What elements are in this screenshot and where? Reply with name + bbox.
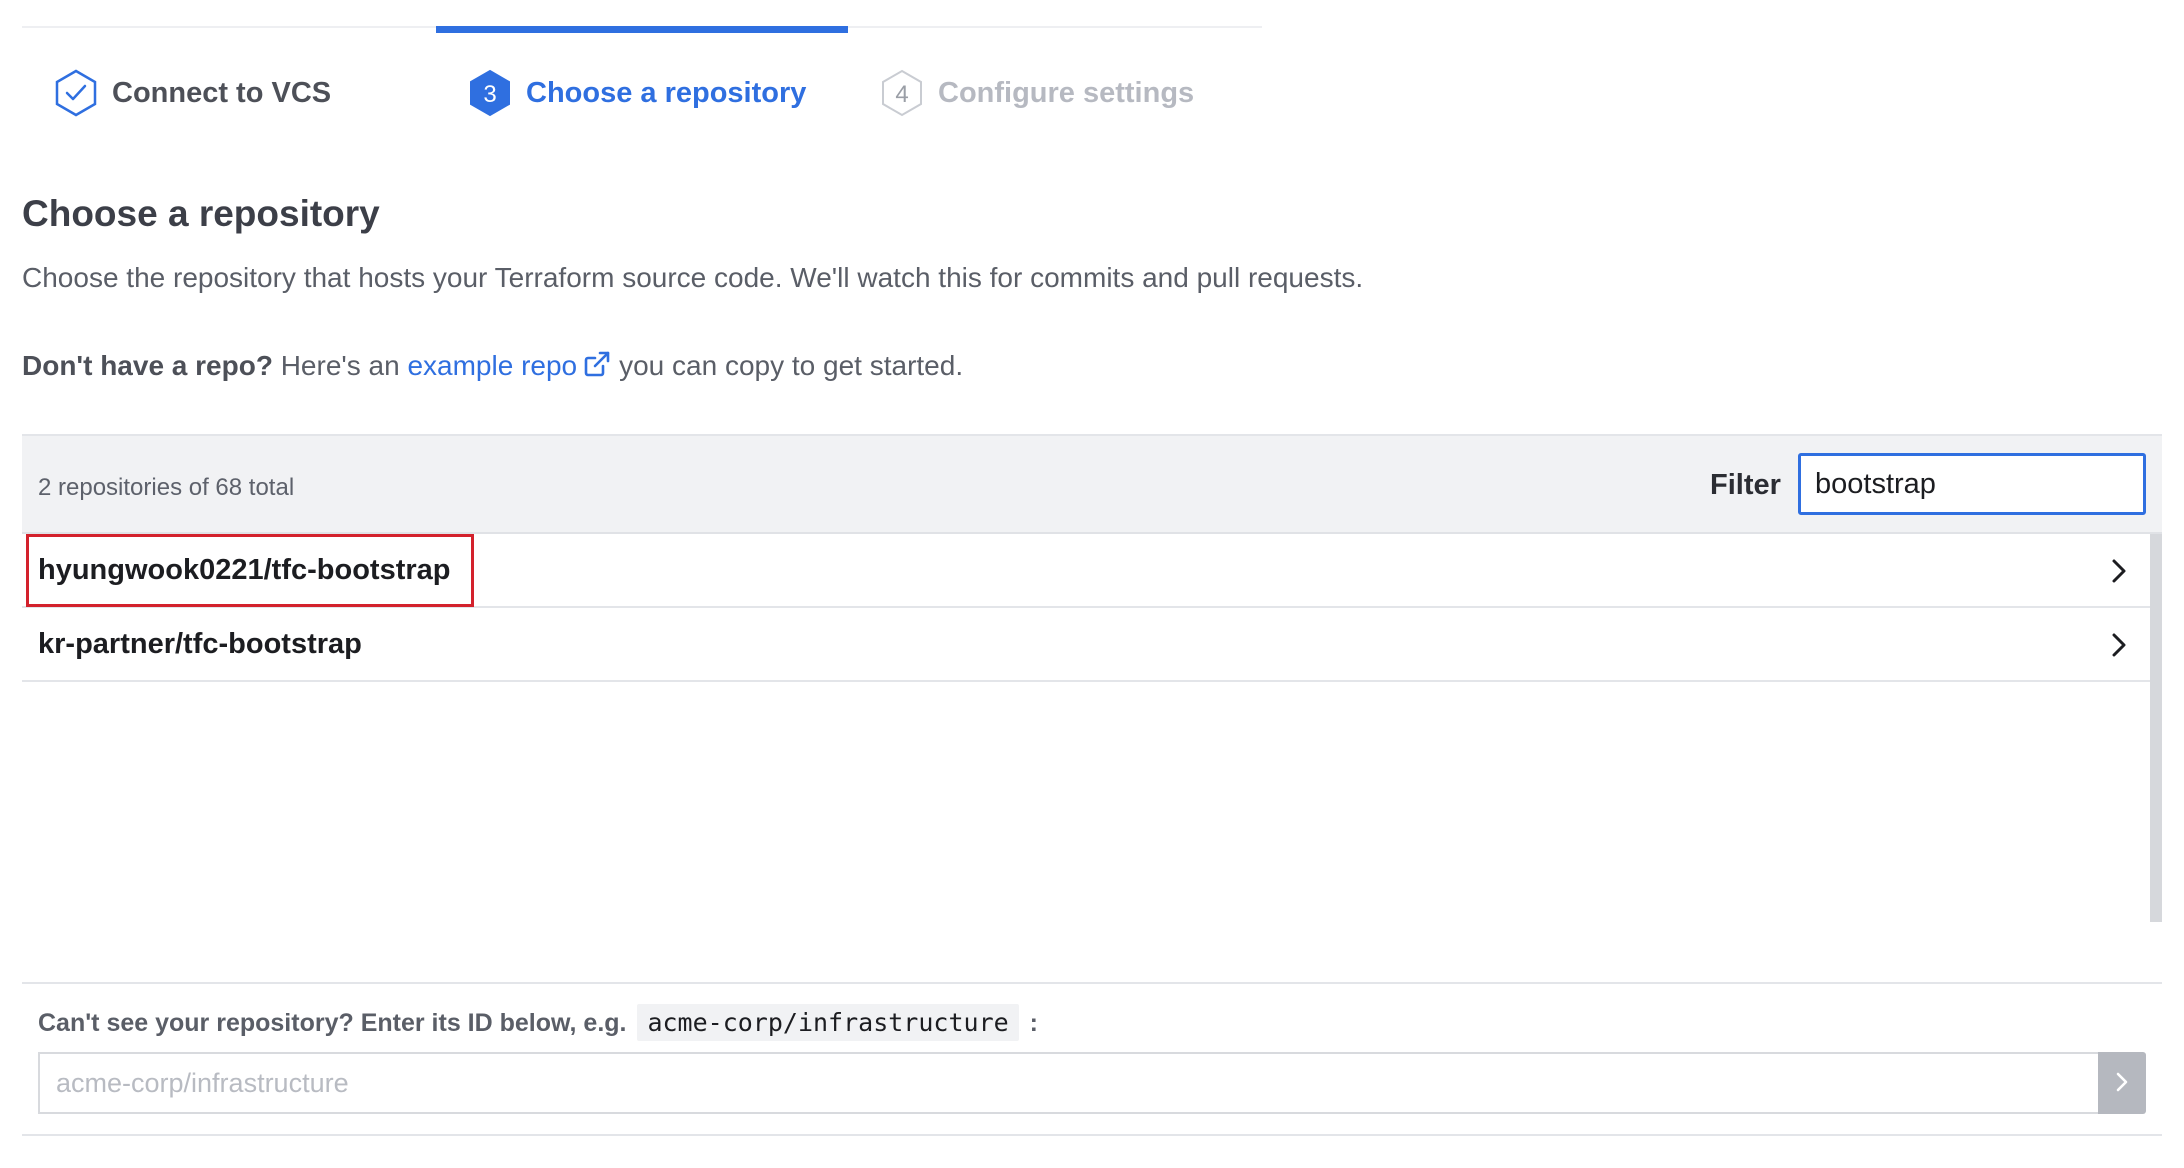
manual-entry-label: Can't see your repository? Enter its ID …	[38, 1004, 1038, 1041]
page-description: Choose the repository that hosts your Te…	[22, 262, 1364, 293]
repository-count: 2 repositories of 68 total	[38, 474, 295, 501]
step-label: Connect to VCS	[112, 76, 332, 109]
repository-name: hyungwook0221/tfc-bootstrap	[38, 554, 451, 586]
hint-text-after: you can copy to get started.	[619, 350, 964, 381]
step-connect-vcs[interactable]: Connect to VCS	[54, 65, 331, 121]
filter-input[interactable]	[1798, 453, 2146, 515]
example-repo-link[interactable]: example repo	[407, 350, 577, 381]
manual-entry-label-text: Can't see your repository? Enter its ID …	[38, 1009, 627, 1037]
repository-row[interactable]: hyungwook0221/tfc-bootstrap	[22, 534, 2150, 608]
hint-text: Here's an	[272, 350, 408, 381]
step-label: Choose a repository	[526, 76, 807, 109]
step-configure-settings: 4 Configure settings	[880, 65, 1194, 121]
repository-name: kr-partner/tfc-bootstrap	[38, 628, 362, 660]
step-choose-repository[interactable]: 3 Choose a repository	[468, 65, 806, 121]
step-number: 3	[483, 81, 496, 108]
repository-panel: 2 repositories of 68 total Filter hyungw…	[22, 434, 2162, 1136]
hint-bold: Don't have a repo?	[22, 350, 273, 381]
external-link-icon[interactable]	[583, 350, 611, 385]
numbered-hexagon-icon: 3	[468, 69, 512, 117]
example-repo-hint: Don't have a repo? Here's an example rep…	[22, 350, 963, 385]
repository-id-submit-button[interactable]	[2098, 1052, 2146, 1114]
manual-repository-entry: Can't see your repository? Enter its ID …	[22, 982, 2162, 1136]
repository-id-input[interactable]	[38, 1052, 2098, 1114]
scrollbar[interactable]	[2150, 534, 2162, 922]
manual-entry-label-colon: :	[1029, 1009, 1038, 1037]
chevron-right-icon	[2110, 558, 2128, 589]
active-step-bar	[436, 26, 848, 33]
step-number: 4	[895, 81, 908, 108]
numbered-hexagon-outline-icon: 4	[880, 69, 924, 117]
check-hexagon-icon	[54, 69, 98, 117]
repository-list: hyungwook0221/tfc-bootstrap kr-partner/t…	[22, 534, 2150, 922]
repository-panel-header: 2 repositories of 68 total Filter	[22, 436, 2162, 534]
chevron-right-icon	[2114, 1070, 2130, 1097]
step-indicator: Connect to VCS 3 Choose a repository 4 C…	[22, 26, 1262, 138]
chevron-right-icon	[2110, 632, 2128, 663]
filter-label: Filter	[1710, 469, 1781, 501]
repository-row[interactable]: kr-partner/tfc-bootstrap	[22, 608, 2150, 682]
example-repository-id: acme-corp/infrastructure	[637, 1004, 1019, 1041]
step-label: Configure settings	[938, 76, 1195, 109]
page-title: Choose a repository	[22, 193, 380, 234]
